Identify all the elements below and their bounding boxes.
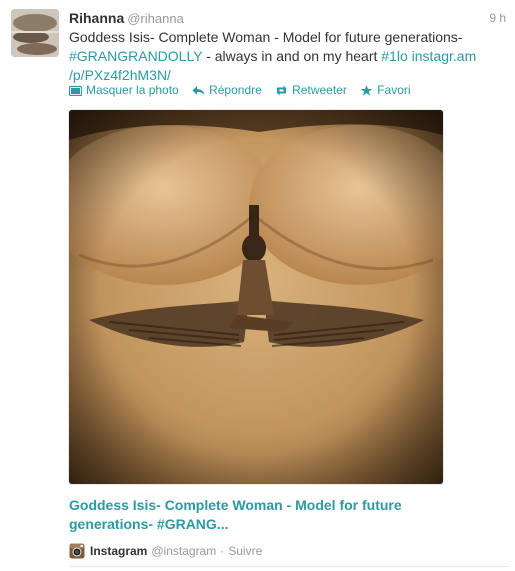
reply-icon	[192, 85, 205, 95]
avatar[interactable]	[11, 9, 59, 57]
tweet: Rihanna @rihanna 9 h Goddess Isis- Comple…	[0, 0, 515, 571]
hide-photo-button[interactable]: Masquer la photo	[69, 83, 179, 97]
tweet-header: Rihanna @rihanna 9 h	[69, 10, 509, 28]
star-icon	[360, 84, 373, 96]
hashtag-link[interactable]: #GRANGRANDOLLY	[69, 48, 202, 64]
separator-dot: ·	[220, 544, 225, 558]
hashtag-link[interactable]: #1lo	[381, 48, 407, 64]
follow-link[interactable]: Suivre	[228, 544, 262, 558]
url-link[interactable]: instagr.am	[408, 48, 477, 64]
source-handle[interactable]: @instagram	[151, 544, 216, 558]
author-handle[interactable]: @rihanna	[127, 11, 184, 26]
photo-icon	[69, 85, 82, 96]
hide-photo-label: Masquer la photo	[86, 83, 179, 97]
tweet-text: Goddess Isis- Complete Woman - Model for…	[69, 28, 499, 85]
favorite-label: Favori	[377, 83, 411, 97]
card-source: Instagram @instagram · Suivre	[69, 542, 262, 560]
retweet-label: Retweeter	[292, 83, 347, 97]
instagram-icon[interactable]	[69, 543, 85, 559]
tweet-photo[interactable]	[69, 110, 443, 484]
reply-label: Répondre	[209, 83, 262, 97]
card-title-link[interactable]: Goddess Isis- Complete Woman - Model for…	[69, 496, 489, 534]
tweet-actions: Masquer la photo Répondre Retweeter Favo…	[69, 83, 421, 101]
author-name[interactable]: Rihanna	[69, 10, 124, 26]
tweet-text-segment: Goddess Isis- Complete Woman - Model for…	[69, 29, 463, 45]
favorite-button[interactable]: Favori	[360, 83, 411, 97]
reply-button[interactable]: Répondre	[192, 83, 262, 97]
source-name[interactable]: Instagram	[90, 544, 147, 558]
tweet-text-segment: - always in and on my heart	[202, 48, 382, 64]
retweet-icon	[276, 85, 287, 95]
timestamp[interactable]: 9 h	[489, 11, 506, 25]
divider	[69, 566, 509, 567]
retweet-button[interactable]: Retweeter	[275, 83, 347, 97]
url-link[interactable]: /p/PXz4f2hM3N/	[69, 67, 171, 83]
